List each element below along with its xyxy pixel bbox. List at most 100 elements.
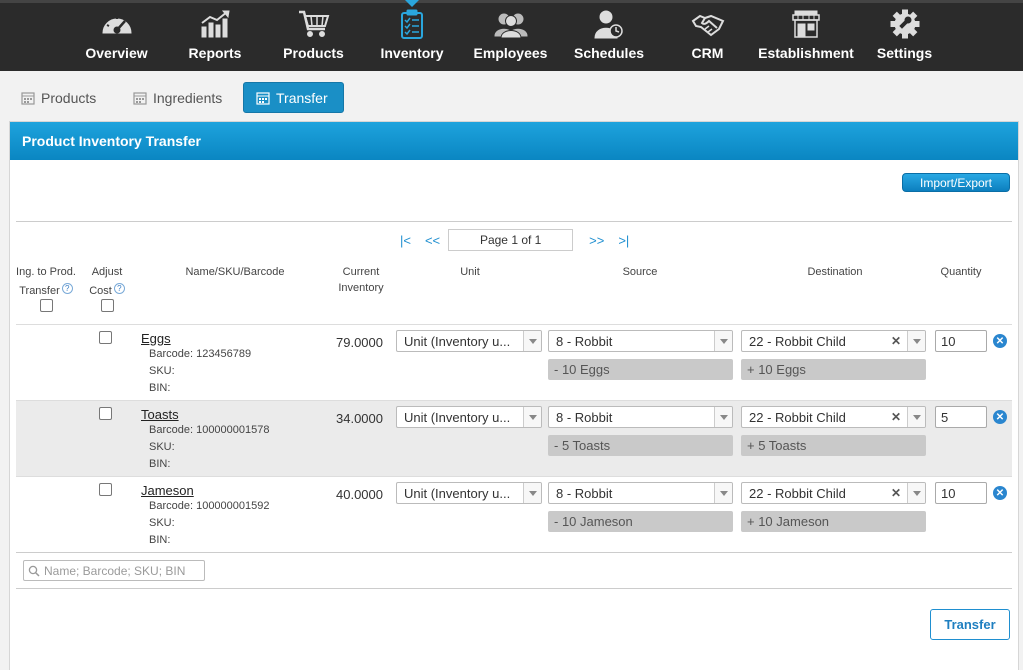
destination-select-value: 22 - Robbit Child bbox=[749, 333, 846, 349]
clipboard-icon bbox=[395, 9, 429, 39]
nav-overview-label: Overview bbox=[85, 45, 148, 61]
destination-select[interactable]: 22 - Robbit Child ✕ bbox=[741, 330, 926, 352]
quantity-input[interactable]: 10 bbox=[935, 330, 987, 352]
source-delta: - 5 Toasts bbox=[548, 435, 733, 456]
chevron-down-icon bbox=[523, 483, 541, 503]
source-select-value: 8 - Robbit bbox=[556, 409, 613, 425]
nav-schedules[interactable]: Schedules bbox=[560, 3, 659, 71]
calendar-icon bbox=[133, 91, 147, 105]
tab-products[interactable]: Products bbox=[9, 82, 108, 113]
nav-products[interactable]: Products bbox=[264, 3, 363, 71]
adjust-cost-checkbox[interactable] bbox=[99, 483, 112, 496]
column-ing-to-prod-label: Ing. to Prod. bbox=[16, 266, 76, 278]
column-destination: Destination bbox=[807, 266, 863, 278]
column-unit: Unit bbox=[460, 266, 480, 278]
quantity-input[interactable]: 5 bbox=[935, 406, 987, 428]
adjust-cost-checkbox[interactable] bbox=[99, 407, 112, 420]
unit-select[interactable]: Unit (Inventory u... bbox=[396, 406, 542, 428]
nav-employees-label: Employees bbox=[473, 45, 548, 61]
pagination: |< << Page 1 of 1 >> >| bbox=[400, 229, 629, 251]
sku-text: SKU: bbox=[149, 365, 175, 377]
adjust-cost-checkbox[interactable] bbox=[99, 331, 112, 344]
last-page-link[interactable]: >| bbox=[618, 233, 629, 248]
bin-text: BIN: bbox=[149, 458, 171, 470]
page-indicator: Page 1 of 1 bbox=[448, 229, 574, 251]
adjust-cost-all-checkbox[interactable] bbox=[100, 299, 114, 312]
destination-delta: + 10 Eggs bbox=[741, 359, 926, 380]
column-ing-to-prod: Ing. to Prod. Transfer? bbox=[14, 264, 78, 317]
remove-row-icon[interactable]: ✕ bbox=[993, 410, 1007, 424]
tab-ingredients[interactable]: Ingredients bbox=[121, 82, 234, 113]
divider bbox=[16, 221, 1012, 222]
column-inventory-label: Inventory bbox=[338, 282, 384, 294]
unit-select[interactable]: Unit (Inventory u... bbox=[396, 330, 542, 352]
nav-establishment-label: Establishment bbox=[758, 45, 854, 61]
remove-row-icon[interactable]: ✕ bbox=[993, 334, 1007, 348]
destination-select-value: 22 - Robbit Child bbox=[749, 485, 846, 501]
table-row: Eggs Barcode: 123456789 SKU: BIN: 79.000… bbox=[16, 324, 1012, 400]
transfer-panel: Product Inventory Transfer Import/Export… bbox=[9, 121, 1019, 670]
help-icon[interactable]: ? bbox=[113, 283, 125, 294]
sku-text: SKU: bbox=[149, 441, 175, 453]
column-cost-label: Cost bbox=[89, 285, 112, 297]
search-icon bbox=[28, 565, 40, 577]
nav-overview[interactable]: Overview bbox=[67, 3, 166, 71]
product-search[interactable] bbox=[23, 560, 205, 581]
unit-select-value: Unit (Inventory u... bbox=[404, 333, 511, 349]
column-adjust-cost: Adjust Cost? bbox=[82, 264, 132, 317]
product-name-link[interactable]: Eggs bbox=[141, 331, 171, 346]
tab-transfer[interactable]: Transfer bbox=[243, 82, 344, 113]
source-select-value: 8 - Robbit bbox=[556, 333, 613, 349]
source-select[interactable]: 8 - Robbit bbox=[548, 330, 733, 352]
nav-employees[interactable]: Employees bbox=[461, 3, 560, 71]
nav-crm-label: CRM bbox=[691, 45, 724, 61]
nav-settings[interactable]: Settings bbox=[855, 3, 954, 71]
barcode-text: Barcode: 100000001578 bbox=[149, 424, 270, 436]
chart-icon bbox=[198, 9, 232, 39]
column-source: Source bbox=[622, 266, 658, 278]
speedometer-icon bbox=[100, 9, 134, 39]
nav-crm[interactable]: CRM bbox=[658, 3, 757, 71]
bin-text: BIN: bbox=[149, 382, 171, 394]
nav-inventory-label: Inventory bbox=[380, 45, 444, 61]
next-page-link[interactable]: >> bbox=[589, 233, 604, 248]
column-adjust-label: Adjust bbox=[91, 266, 123, 278]
calendar-icon bbox=[21, 91, 35, 105]
clear-icon[interactable]: ✕ bbox=[891, 334, 901, 348]
destination-select-value: 22 - Robbit Child bbox=[749, 409, 846, 425]
product-name-link[interactable]: Toasts bbox=[141, 407, 179, 422]
column-transfer-label: Transfer bbox=[19, 285, 60, 297]
nav-schedules-label: Schedules bbox=[573, 45, 645, 61]
remove-row-icon[interactable]: ✕ bbox=[993, 486, 1007, 500]
unit-select[interactable]: Unit (Inventory u... bbox=[396, 482, 542, 504]
nav-establishment[interactable]: Establishment bbox=[757, 3, 856, 71]
destination-delta: + 10 Jameson bbox=[741, 511, 926, 532]
help-icon[interactable]: ? bbox=[61, 283, 73, 294]
import-export-button[interactable]: Import/Export bbox=[902, 173, 1010, 192]
transfer-button[interactable]: Transfer bbox=[930, 609, 1010, 640]
nav-reports[interactable]: Reports bbox=[166, 3, 265, 71]
source-delta: - 10 Eggs bbox=[548, 359, 733, 380]
product-name-link[interactable]: Jameson bbox=[141, 483, 194, 498]
destination-delta: + 5 Toasts bbox=[741, 435, 926, 456]
nav-products-label: Products bbox=[283, 45, 344, 61]
clear-icon[interactable]: ✕ bbox=[891, 410, 901, 424]
ing-to-prod-all-checkbox[interactable] bbox=[39, 299, 53, 312]
clear-icon[interactable]: ✕ bbox=[891, 486, 901, 500]
current-inventory-value: 40.0000 bbox=[336, 487, 383, 502]
source-select[interactable]: 8 - Robbit bbox=[548, 406, 733, 428]
nav-inventory[interactable]: Inventory bbox=[363, 0, 462, 71]
quantity-input[interactable]: 10 bbox=[935, 482, 987, 504]
tab-transfer-label: Transfer bbox=[276, 89, 328, 106]
chevron-down-icon bbox=[523, 331, 541, 351]
handshake-icon bbox=[691, 9, 725, 39]
destination-select[interactable]: 22 - Robbit Child ✕ bbox=[741, 482, 926, 504]
sku-text: SKU: bbox=[149, 517, 175, 529]
destination-select[interactable]: 22 - Robbit Child ✕ bbox=[741, 406, 926, 428]
first-page-link[interactable]: |< bbox=[400, 233, 411, 248]
search-input[interactable] bbox=[44, 563, 204, 578]
divider bbox=[16, 588, 1012, 589]
source-select[interactable]: 8 - Robbit bbox=[548, 482, 733, 504]
chevron-down-icon bbox=[714, 483, 732, 503]
prev-page-link[interactable]: << bbox=[425, 233, 440, 248]
